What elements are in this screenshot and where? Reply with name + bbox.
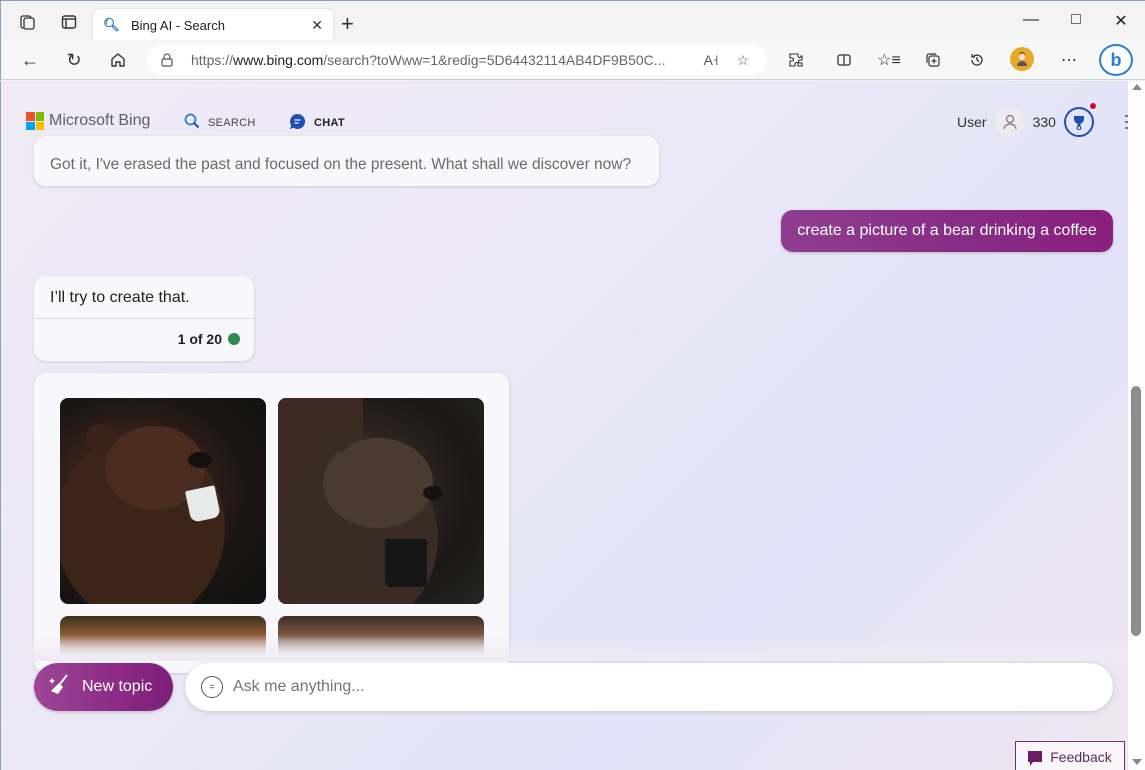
browser-titlebar: 🔍︎ Bing AI - Search ✕ + — □ ✕ [0,0,1145,41]
refresh-icon[interactable]: ↻ [61,48,87,72]
generated-image[interactable] [278,398,484,604]
turn-counter: 1 of 20 [34,319,254,347]
url-prefix: https:// [191,52,234,68]
feedback-label: Feedback [1050,748,1112,765]
close-tab-icon[interactable]: ✕ [311,17,323,34]
generated-images-card [34,373,509,673]
url-text[interactable]: https://www.bing.com/search?toWww=1&redi… [191,52,691,68]
tab-title: Bing AI - Search [131,17,225,33]
scroll-up-arrow[interactable] [1132,84,1142,90]
read-aloud-icon[interactable]: A˧ [699,52,723,68]
url-domain: www.bing.com [233,52,324,68]
user-name[interactable]: User [957,114,987,130]
lock-icon[interactable] [159,52,175,68]
url-path: /search?toWww=1&redig=5D64432114AB4DF9B5… [323,52,666,68]
split-screen-icon[interactable] [831,48,857,72]
coffee-cup [185,485,221,523]
bing-chat-page: Microsoft Bing SEARCH CHAT User 330 Got … [0,81,1128,770]
history-icon[interactable] [964,48,990,72]
feedback-icon [1028,751,1043,766]
user-message: create a picture of a bear drinking a co… [781,210,1113,252]
rewards-points[interactable]: 330 [1033,114,1056,130]
microsoft-bing-logo[interactable]: Microsoft Bing [26,112,150,130]
browser-toolbar: ← ↻ https://www.bing.com/search?toWww=1&… [0,40,1145,80]
new-topic-label: New topic [82,678,153,695]
scrollbar-thumb[interactable] [1131,386,1141,636]
user-area: User 330 [957,103,1096,137]
search-icon [184,113,200,132]
search-favicon-icon: 🔍︎ [103,17,120,32]
microsoft-logo-icon [26,112,44,130]
browser-tab[interactable]: 🔍︎ Bing AI - Search ✕ [93,9,333,41]
add-favorite-icon[interactable]: ☆ [731,52,755,69]
profile-avatar-icon[interactable] [1010,47,1034,71]
notification-dot [1089,103,1096,109]
scroll-fade [1,636,1128,661]
chat-bubble-icon: = [201,676,223,698]
bot-message: Got it, I've erased the past and focused… [34,136,659,186]
new-tab-button[interactable]: + [341,13,354,35]
broom-icon [48,672,72,702]
bot-message: I’ll try to create that. 1 of 20 [34,276,254,361]
address-bar[interactable]: https://www.bing.com/search?toWww=1&redi… [147,45,767,75]
collections-icon[interactable] [920,48,946,72]
minimize-button[interactable]: — [1016,11,1046,29]
home-icon[interactable] [105,48,131,72]
generated-image[interactable] [60,398,266,604]
page-scrollbar[interactable] [1128,81,1145,770]
coffee-mug [385,539,427,587]
rewards-trophy-icon[interactable] [1063,103,1096,137]
tab-search[interactable]: SEARCH [184,113,256,132]
back-arrow-icon[interactable]: ← [17,48,43,72]
more-icon[interactable]: ⋯ [1056,48,1082,72]
chat-input[interactable] [233,678,1083,696]
logo-text: Microsoft Bing [49,112,151,129]
chat-input-box[interactable]: = [185,663,1113,711]
workspaces-icon[interactable] [17,11,39,33]
bing-copilot-icon[interactable]: b [1099,44,1133,76]
bot-message-text: I’ll try to create that. [34,276,254,319]
extensions-icon[interactable] [783,48,809,72]
tab-chat[interactable]: CHAT [289,113,345,133]
chat-icon [289,113,306,133]
tab-chat-label: CHAT [314,117,345,129]
tab-actions-icon[interactable] [58,11,80,33]
user-avatar-icon[interactable] [994,107,1025,137]
favorites-icon[interactable]: ☆≡ [876,48,902,72]
turn-counter-text: 1 of 20 [177,331,222,347]
new-topic-button[interactable]: New topic [34,663,173,711]
feedback-button[interactable]: Feedback [1015,741,1125,770]
status-dot [228,333,240,345]
scroll-down-arrow[interactable] [1132,759,1142,765]
maximize-button[interactable]: □ [1061,11,1091,29]
tab-search-label: SEARCH [208,116,256,129]
close-window-button[interactable]: ✕ [1106,11,1136,31]
